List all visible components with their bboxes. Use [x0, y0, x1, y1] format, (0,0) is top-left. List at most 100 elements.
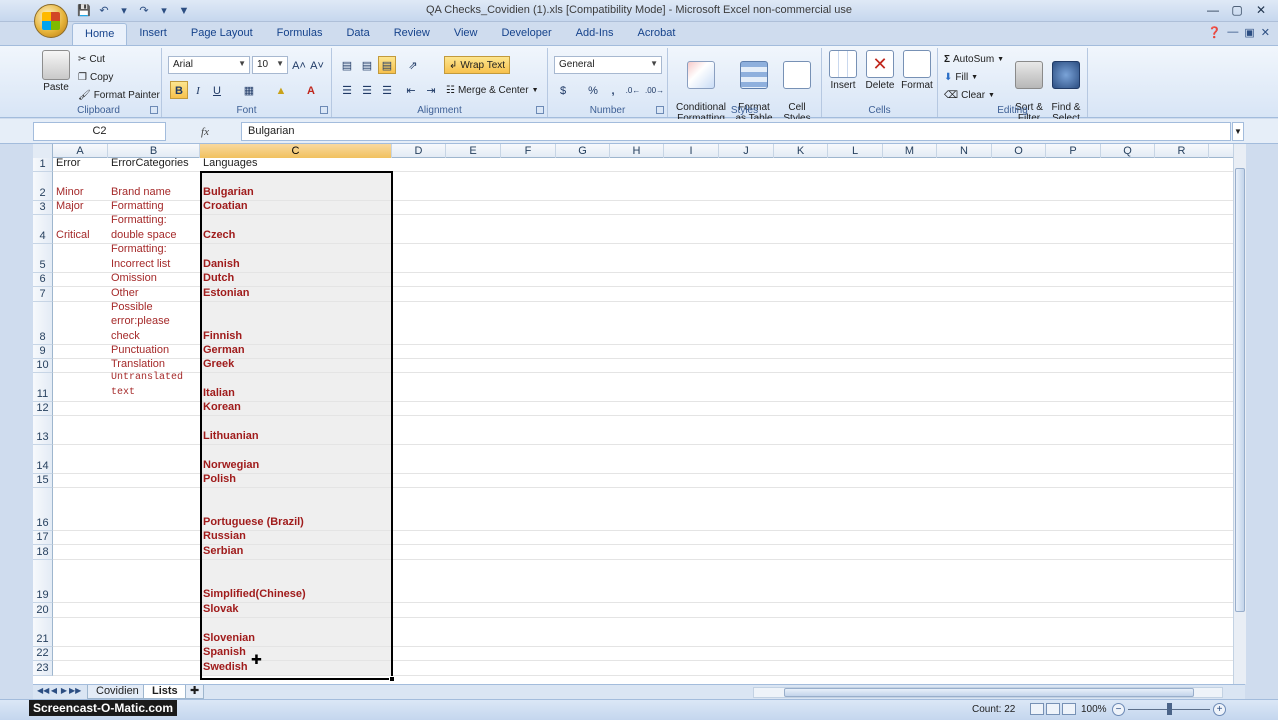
underline-button[interactable]: U [208, 81, 226, 99]
vertical-scrollbar[interactable] [1233, 144, 1246, 684]
page-layout-view-icon[interactable] [1046, 703, 1060, 715]
clear-button[interactable]: ⌫ Clear ▼ [944, 87, 995, 103]
dialog-launcher-icon[interactable] [320, 106, 328, 114]
cell-a3[interactable]: Major [53, 200, 108, 214]
cell-b4[interactable]: Formatting: double space [108, 214, 200, 243]
normal-view-icon[interactable] [1030, 703, 1044, 715]
tab-review[interactable]: Review [382, 23, 442, 45]
cell-b13[interactable] [108, 416, 200, 444]
cell-c2[interactable]: Bulgarian [200, 172, 392, 200]
cell-a22[interactable] [53, 647, 108, 660]
help-icon[interactable]: ❓ [1208, 26, 1222, 39]
cell-a13[interactable] [53, 416, 108, 444]
cell-c19[interactable]: Simplified(Chinese) [200, 560, 392, 602]
cell-a6[interactable] [53, 273, 108, 286]
column-header-i[interactable]: I [664, 144, 719, 158]
cell-b15[interactable] [108, 474, 200, 487]
cell-b12[interactable] [108, 402, 200, 415]
column-header-d[interactable]: D [392, 144, 446, 158]
cell-c1[interactable]: Languages [200, 157, 392, 171]
cell-b22[interactable] [108, 647, 200, 660]
cell-c13[interactable]: Lithuanian [200, 416, 392, 444]
name-box[interactable]: C2 [33, 122, 166, 141]
office-button[interactable] [34, 4, 68, 38]
row-header[interactable]: 9 [33, 345, 53, 359]
prev-sheet-icon[interactable]: ◀ [49, 686, 59, 698]
paste-button[interactable]: Paste [40, 50, 72, 93]
fill-button[interactable]: ⬇ Fill ▼ [944, 69, 978, 85]
row-header[interactable]: 18 [33, 545, 53, 560]
align-bottom-icon[interactable]: ▤ [378, 56, 396, 74]
zoom-level[interactable]: 100% [1081, 704, 1107, 715]
row-header[interactable]: 1 [33, 158, 53, 172]
cell-a14[interactable] [53, 445, 108, 473]
row-header[interactable]: 8 [33, 302, 53, 345]
zoom-out-icon[interactable]: − [1112, 703, 1125, 716]
cell-b17[interactable] [108, 531, 200, 544]
cell-a16[interactable] [53, 488, 108, 530]
column-header-p[interactable]: P [1046, 144, 1101, 158]
row-header[interactable]: 4 [33, 215, 53, 244]
cell-b23[interactable] [108, 661, 200, 675]
shrink-font-icon[interactable]: A˅ [308, 56, 326, 74]
column-header-j[interactable]: J [719, 144, 774, 158]
row-header[interactable]: 15 [33, 474, 53, 488]
row-header[interactable]: 16 [33, 488, 53, 531]
cell-c22[interactable]: Spanish [200, 646, 392, 660]
font-color-icon[interactable]: A [302, 81, 320, 99]
fill-color-icon[interactable]: ▲ [272, 81, 290, 99]
column-header-n[interactable]: N [937, 144, 992, 158]
tab-add-ins[interactable]: Add-Ins [564, 23, 626, 45]
percent-button[interactable]: % [584, 81, 602, 99]
worksheet-grid[interactable]: ABCDEFGHIJKLMNOPQR 1 2 3 4 5 6 7 8 9 10 11 12 13 14 15… [33, 144, 1245, 684]
row-header[interactable]: 12 [33, 402, 53, 416]
insert-sheet-icon[interactable]: ✚ [185, 685, 205, 699]
fill-handle[interactable] [389, 676, 395, 682]
cell-c17[interactable]: Russian [200, 530, 392, 544]
cell-b1[interactable]: ErrorCategories [108, 157, 200, 171]
cell-c8[interactable]: Finnish [200, 302, 392, 344]
align-top-icon[interactable]: ▤ [338, 56, 356, 74]
cell-b20[interactable] [108, 603, 200, 617]
horizontal-scrollbar[interactable] [753, 687, 1223, 698]
cell-c5[interactable]: Danish [200, 244, 392, 272]
tab-page-layout[interactable]: Page Layout [179, 23, 265, 45]
delete-cells-button[interactable]: ✕ Delete [862, 50, 898, 91]
cell-c14[interactable]: Norwegian [200, 445, 392, 473]
row-header[interactable]: 22 [33, 647, 53, 661]
cell-b6[interactable]: Omission [108, 272, 200, 286]
cell-b21[interactable] [108, 618, 200, 646]
cell-b14[interactable] [108, 445, 200, 473]
font-size-select[interactable]: 10 ▼ [252, 56, 288, 74]
cell-b10[interactable]: Translation [108, 358, 200, 372]
row-header[interactable]: 21 [33, 618, 53, 647]
format-painter-button[interactable]: 🖌 Format Painter [78, 87, 160, 103]
row-header[interactable]: 14 [33, 445, 53, 474]
cell-a4[interactable]: Critical [53, 215, 108, 243]
cell-a20[interactable] [53, 603, 108, 617]
cell-b11[interactable]: Untranslated text [108, 372, 200, 401]
cell-c15[interactable]: Polish [200, 473, 392, 487]
autosum-button[interactable]: Σ AutoSum ▼ [944, 51, 1004, 67]
row-header[interactable]: 13 [33, 416, 53, 445]
merge-center-button[interactable]: ☷ Merge & Center ▼ [446, 82, 539, 98]
wrap-text-button[interactable]: ↲ Wrap Text [444, 56, 511, 74]
cell-a5[interactable] [53, 244, 108, 272]
borders-icon[interactable]: ▦ [240, 81, 258, 99]
tab-acrobat[interactable]: Acrobat [626, 23, 688, 45]
grow-font-icon[interactable]: A˄ [290, 56, 308, 74]
dialog-launcher-icon[interactable] [656, 106, 664, 114]
insert-cells-button[interactable]: Insert [826, 50, 860, 91]
currency-icon[interactable]: $ [554, 81, 572, 99]
column-header-h[interactable]: H [610, 144, 664, 158]
maximize-icon[interactable]: ▢ [1226, 2, 1248, 19]
row-header[interactable]: 20 [33, 603, 53, 618]
cell-c6[interactable]: Dutch [200, 272, 392, 286]
scroll-thumb[interactable] [1235, 168, 1245, 612]
cell-c4[interactable]: Czech [200, 215, 392, 243]
close-icon[interactable]: ✕ [1250, 2, 1272, 19]
align-left-icon[interactable]: ☰ [338, 81, 356, 99]
tab-view[interactable]: View [442, 23, 490, 45]
column-header-l[interactable]: L [828, 144, 883, 158]
dialog-launcher-icon[interactable] [536, 106, 544, 114]
